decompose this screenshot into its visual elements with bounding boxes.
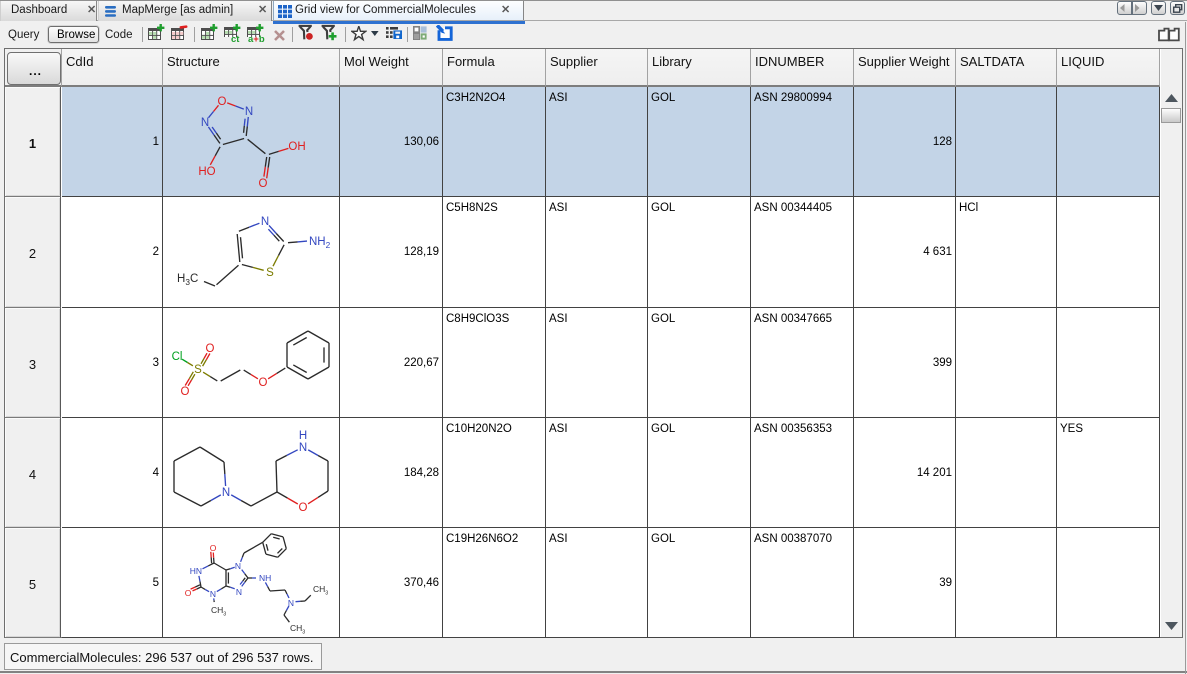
svg-text:CH3​: CH3​	[211, 605, 226, 618]
svg-text:HO: HO	[198, 166, 215, 178]
svg-text:H3 C: H3 C	[177, 273, 198, 287]
svg-text:N: N	[222, 487, 230, 499]
svg-text:N: N	[236, 587, 242, 597]
svg-text:O: O	[185, 588, 192, 598]
svg-text:OH: OH	[288, 141, 305, 153]
svg-text:S: S	[266, 267, 274, 279]
svg-text:Cl: Cl	[172, 351, 183, 363]
svg-text:O: O	[259, 178, 268, 190]
svg-text:H: H	[299, 430, 307, 442]
svg-text:O: O	[259, 377, 268, 389]
svg-text:NH: NH	[259, 573, 271, 583]
svg-text:N: N	[299, 442, 307, 454]
svg-text:O: O	[218, 96, 227, 108]
svg-text:CH3​: CH3​	[313, 584, 328, 597]
svg-text:NH2: NH2	[309, 236, 331, 250]
svg-text:N: N	[201, 117, 209, 129]
svg-text:CH3​: CH3​	[290, 623, 305, 636]
svg-text:N: N	[288, 598, 294, 608]
svg-text:HN: HN	[190, 566, 202, 576]
svg-text:N: N	[235, 561, 241, 571]
svg-text:O: O	[299, 502, 308, 514]
svg-text:N: N	[261, 216, 269, 228]
svg-text:O: O	[181, 386, 190, 398]
svg-text:S: S	[194, 364, 202, 376]
svg-text:O: O	[206, 343, 215, 355]
svg-text:N: N	[245, 106, 253, 118]
svg-text:O: O	[210, 543, 217, 553]
svg-text:N: N	[210, 589, 216, 599]
